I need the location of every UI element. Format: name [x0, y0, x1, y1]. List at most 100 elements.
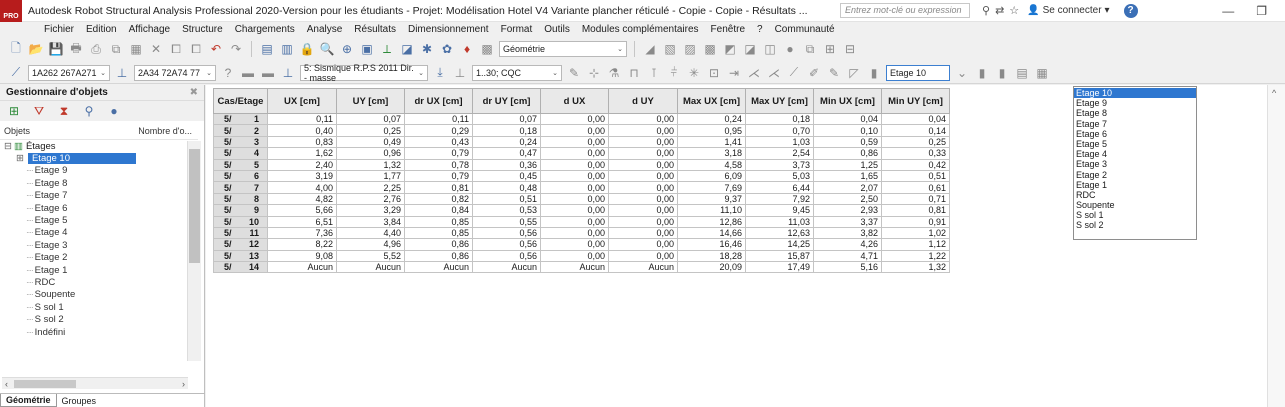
tree-item-etage-10[interactable]: ⊞ Etage 10 [4, 152, 204, 165]
table-cell[interactable]: 0,71 [881, 192, 950, 206]
table-icon[interactable]: ▤ [259, 41, 275, 57]
table-cell[interactable]: 1,12 [881, 238, 950, 251]
tree-item-indefini[interactable]: Indéfini [4, 326, 204, 338]
section-icon[interactable]: ⊺ [646, 65, 662, 81]
release-icon[interactable]: ⫩ [666, 65, 682, 81]
table-row[interactable]: 5/1 0,11 0,07 0,11 0,07 0,00 0,00 0,24 0,18 0,04 0… [213, 112, 950, 126]
table-cell[interactable]: 0,00 [608, 192, 678, 206]
load-case-icon[interactable]: ⊥ [280, 65, 296, 81]
table-cell[interactable]: 0,86 [813, 147, 882, 160]
new-file-icon[interactable]: 🗋 [8, 41, 24, 57]
table-cell[interactable]: 0,00 [608, 249, 678, 263]
level-grid-icon[interactable]: ▦ [1034, 65, 1050, 81]
table-cell[interactable]: 0,70 [745, 124, 814, 137]
undo-icon[interactable]: ↶ [208, 41, 224, 57]
load-case-select[interactable]: 5: Sismique R.P.S 2011 Dir. - masse ⌄ [300, 63, 428, 83]
cell-cas-etage[interactable]: 5/4 [213, 147, 268, 160]
tree-item-etage-6[interactable]: Etage 6 [4, 202, 204, 214]
menu-fichier[interactable]: Fichier [44, 24, 74, 35]
tree-item-soupente[interactable]: Soupente [4, 289, 204, 301]
table-cell[interactable]: 0,85 [404, 215, 473, 228]
cell-cas-etage[interactable]: 5/6 [213, 169, 268, 183]
table-cell[interactable]: 0,00 [540, 124, 609, 137]
query-icon[interactable]: ? [220, 65, 236, 81]
window-cascade-icon[interactable]: ⧉ [802, 41, 818, 57]
table-cell[interactable]: 0,07 [472, 112, 541, 126]
collapse-icon[interactable]: ⊟ [4, 141, 12, 152]
app-logo[interactable]: PRO [0, 0, 22, 22]
table-cell[interactable]: Aucun [404, 261, 473, 274]
table-cell[interactable]: 0,33 [881, 147, 950, 160]
column-objects[interactable]: Objets [4, 126, 30, 139]
calculation-icon[interactable]: ♦ [459, 41, 475, 57]
table-cell[interactable]: 0,00 [608, 147, 678, 160]
corner-icon[interactable]: ◸ [846, 65, 862, 81]
filter-icon[interactable]: ▬ [240, 65, 256, 81]
tree-item-etage-4[interactable]: Etage 4 [4, 227, 204, 239]
menu-outils[interactable]: Outils [544, 24, 570, 35]
cell-cas-etage[interactable]: 5/10 [213, 215, 268, 228]
table-cell[interactable]: 9,37 [677, 192, 746, 206]
table-cell[interactable]: 0,25 [336, 124, 405, 137]
zoom-window-icon[interactable]: 🔍 [319, 41, 335, 57]
scrollbar-thumb[interactable] [14, 380, 76, 388]
level-icon[interactable]: ▮ [866, 65, 882, 81]
table-cell[interactable]: 0,07 [336, 112, 405, 126]
level-option[interactable]: Soupente [1074, 200, 1196, 210]
structure-icon[interactable]: ◪ [399, 41, 415, 57]
table-cell[interactable]: 0,36 [472, 158, 541, 171]
menu-dimensionnement[interactable]: Dimensionnement [408, 24, 489, 35]
table-cell[interactable]: 0,00 [608, 135, 678, 149]
properties-icon[interactable]: 🔒 [299, 41, 315, 57]
table-cell[interactable]: 0,56 [472, 238, 541, 251]
cell-cas-etage[interactable]: 5/13 [213, 249, 268, 263]
level-option[interactable]: Etage 7 [1074, 119, 1196, 129]
table-cell[interactable]: 1,77 [336, 169, 405, 183]
table-cell[interactable]: 1,22 [881, 249, 950, 263]
table-cell[interactable]: 0,00 [608, 181, 678, 194]
tree-horizontal-scrollbar[interactable]: ‹ › [2, 377, 188, 389]
level-option[interactable]: S sol 2 [1074, 220, 1196, 230]
table-cell[interactable]: 0,04 [813, 112, 882, 126]
table-cell[interactable]: 0,00 [608, 124, 678, 137]
restore-button[interactable]: ❐ [1256, 4, 1267, 18]
tab-geometrie[interactable]: Géométrie [0, 394, 57, 407]
table-cell[interactable]: 0,00 [540, 112, 609, 126]
table-row[interactable]: 5/11 7,36 4,40 0,85 0,56 0,00 0,00 14,66 12,63 3,… [213, 226, 950, 240]
pen-icon[interactable]: ✎ [566, 65, 582, 81]
scroll-left-icon[interactable]: ‹ [5, 379, 8, 389]
table-cell[interactable]: 6,44 [745, 181, 814, 194]
nodes-select[interactable]: 2A34 72A74 77 ⌄ [134, 64, 216, 81]
arrow-right-icon[interactable]: ⇥ [726, 65, 742, 81]
table-cell[interactable]: 0,78 [404, 158, 473, 171]
table-cell[interactable]: 0,51 [472, 192, 541, 206]
table-cell[interactable]: 0,00 [608, 226, 678, 240]
table-cell[interactable]: 4,40 [336, 226, 405, 240]
table-cell[interactable]: 0,10 [813, 124, 882, 137]
table-cell[interactable]: 2,93 [813, 204, 882, 217]
level-option[interactable]: S sol 1 [1074, 210, 1196, 220]
cell-cas-etage[interactable]: 5/2 [213, 124, 268, 137]
level-down-icon[interactable]: ▮ [994, 65, 1010, 81]
table-cell[interactable]: 0,11 [267, 112, 337, 126]
table-cell[interactable]: 3,82 [813, 226, 882, 240]
tree-item-etage-5[interactable]: Etage 5 [4, 214, 204, 226]
view-top-icon[interactable]: ◩ [722, 41, 738, 57]
tree-item-etage-1[interactable]: Etage 1 [4, 264, 204, 276]
table-cell[interactable]: 0,00 [608, 158, 678, 171]
table-cell[interactable]: 3,29 [336, 204, 405, 217]
table-cell[interactable]: 0,00 [608, 215, 678, 228]
table-cell[interactable]: 0,18 [472, 124, 541, 137]
table-cell[interactable]: 16,46 [677, 238, 746, 251]
table-cell[interactable]: 4,82 [267, 192, 337, 206]
cell-cas-etage[interactable]: 5/14 [213, 261, 268, 274]
search-icon[interactable]: ⚲ [81, 103, 97, 119]
table-cell[interactable]: 0,00 [540, 181, 609, 194]
table-cell[interactable]: 0,00 [540, 158, 609, 171]
table-cell[interactable]: 17,49 [745, 261, 814, 274]
table-cell[interactable]: 5,52 [336, 249, 405, 263]
table-cell[interactable]: Aucun [267, 261, 337, 274]
help-button[interactable]: ? [1123, 3, 1138, 18]
view-xy-icon[interactable]: ▩ [702, 41, 718, 57]
menu-resultats[interactable]: Résultats [354, 24, 396, 35]
